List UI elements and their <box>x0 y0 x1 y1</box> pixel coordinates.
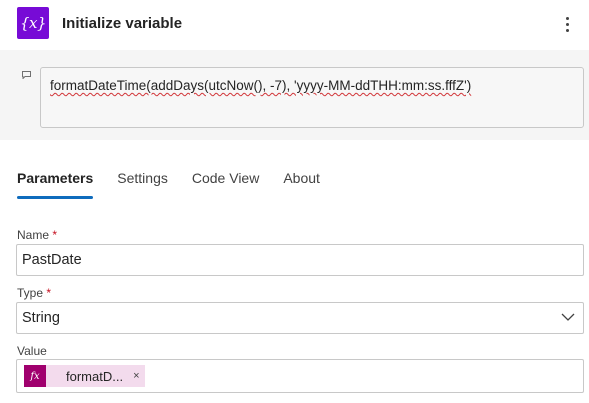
variable-icon-glyph: {x} <box>19 14 47 32</box>
token-remove-icon[interactable]: × <box>133 370 139 382</box>
fx-glyph: fx <box>30 370 40 382</box>
tab-about[interactable]: About <box>283 170 320 200</box>
type-dropdown[interactable]: String <box>16 302 584 334</box>
dot <box>565 22 569 26</box>
tab-code-view[interactable]: Code View <box>192 170 259 200</box>
expression-text[interactable]: formatDateTime(addDays(utcNow(), -7), 'y… <box>50 78 471 93</box>
value-input[interactable]: fx formatD... × <box>16 359 584 393</box>
tab-bar: Parameters Settings Code View About <box>17 170 344 202</box>
name-input[interactable]: PastDate <box>16 244 584 276</box>
required-marker: * <box>46 286 52 300</box>
token-label: formatD... <box>66 368 124 384</box>
function-fx-icon: fx <box>24 365 46 387</box>
name-label-text: Name <box>17 228 50 242</box>
action-header: {x} Initialize variable <box>0 0 589 50</box>
action-title[interactable]: Initialize variable <box>62 15 182 32</box>
type-label-text: Type <box>17 286 44 300</box>
comment-icon[interactable] <box>22 71 31 79</box>
more-options-icon[interactable] <box>558 13 576 35</box>
dot <box>565 28 569 32</box>
variable-braces-icon: {x} <box>17 7 49 39</box>
expression-panel: formatDateTime(addDays(utcNow(), -7), 'y… <box>0 50 589 140</box>
required-marker: * <box>52 228 58 242</box>
chevron-down-icon <box>561 313 575 321</box>
type-selected-value: String <box>22 310 60 326</box>
type-field-label: Type * <box>17 286 51 300</box>
expression-token[interactable]: fx formatD... × <box>24 365 145 387</box>
value-label-text: Value <box>17 344 47 358</box>
tab-settings[interactable]: Settings <box>117 170 168 200</box>
dot <box>565 16 569 20</box>
value-field-label: Value <box>17 344 47 358</box>
expression-editor[interactable]: formatDateTime(addDays(utcNow(), -7), 'y… <box>40 67 584 128</box>
name-field-label: Name * <box>17 228 57 242</box>
tab-parameters[interactable]: Parameters <box>17 170 94 200</box>
